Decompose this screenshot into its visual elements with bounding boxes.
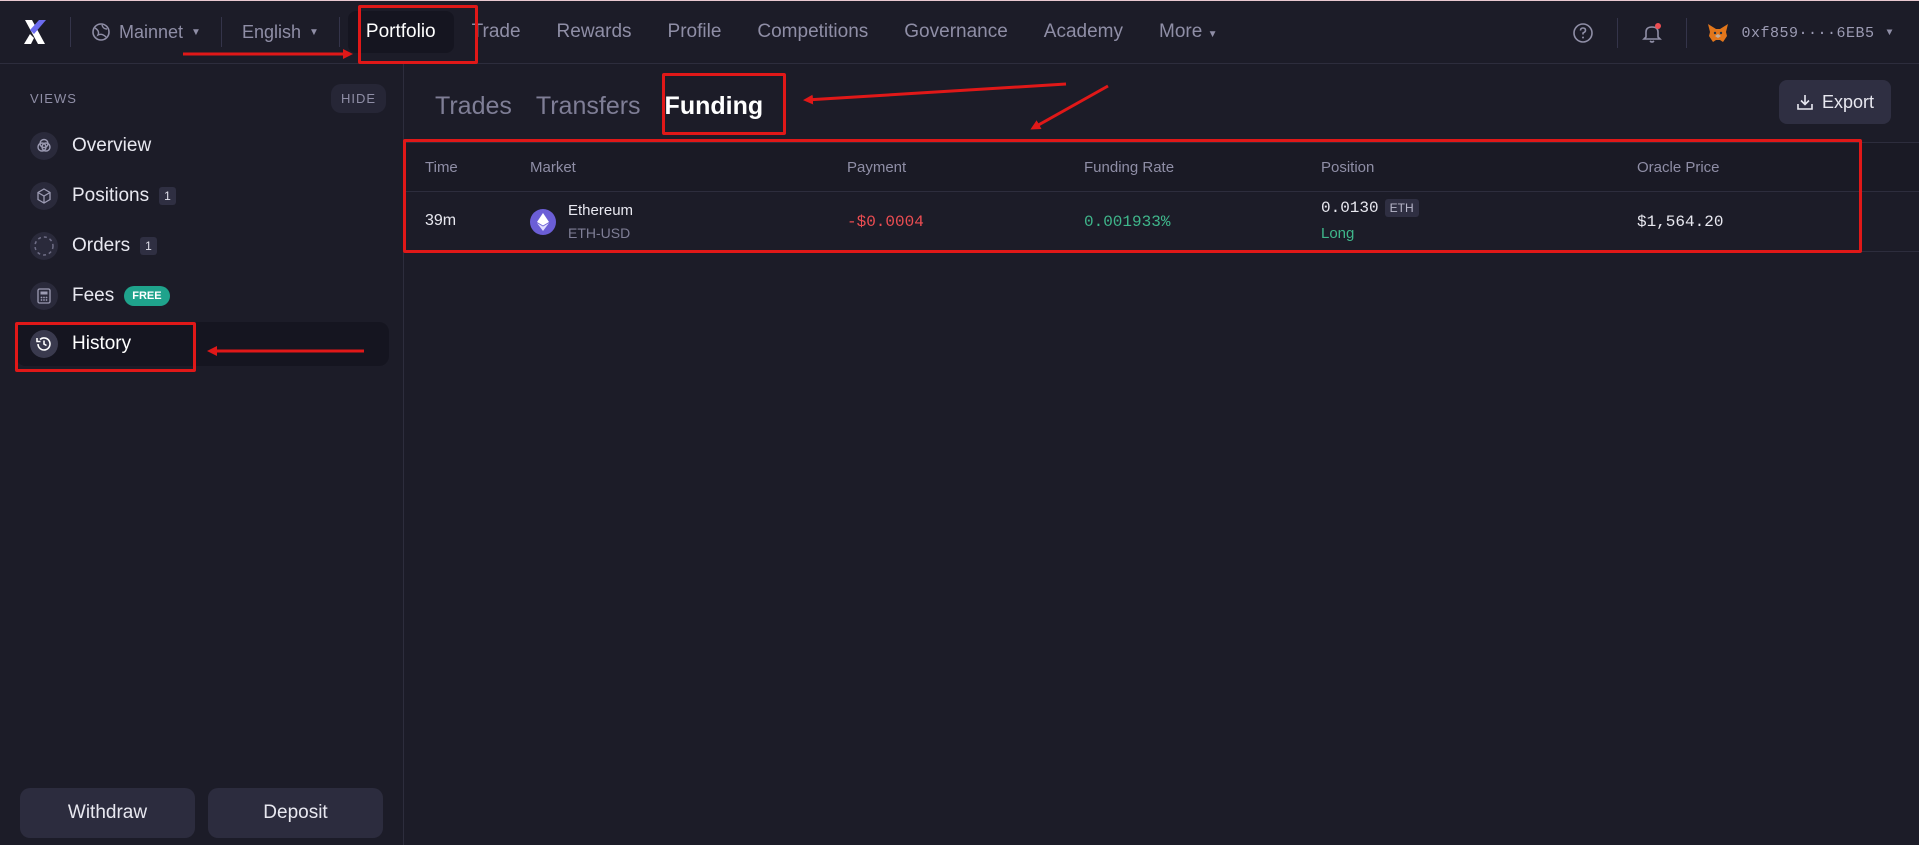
calculator-icon (30, 282, 58, 310)
help-icon (1573, 23, 1594, 43)
sidebar-item-label: Orders (72, 235, 131, 256)
nav-trade[interactable]: Trade (454, 11, 539, 53)
market-name: Ethereum (568, 202, 634, 219)
chevron-down-icon: ▼ (191, 26, 201, 38)
market-cell (530, 209, 556, 235)
export-label: Export (1821, 91, 1875, 112)
sidebar-item-label: Fees (72, 285, 115, 306)
notifications-button[interactable] (1632, 13, 1672, 53)
withdraw-button[interactable]: Withdraw (20, 788, 195, 838)
orders-count-badge: 1 (140, 237, 157, 255)
sidebar-item-label: History (72, 333, 132, 354)
funding-table: Time Market Payment Funding Rate Positio… (405, 142, 1919, 252)
globe-icon (92, 23, 110, 41)
funding-rate-cell: 0.001933% (1084, 213, 1171, 231)
divider (1617, 18, 1619, 48)
position-unit-badge: ETH (1384, 199, 1419, 217)
column-header-oracle-price[interactable]: Oracle Price (1637, 159, 1720, 176)
tab-trades[interactable]: Trades (435, 92, 512, 121)
top-navigation-bar: Mainnet ▼ English ▼ Portfolio Trade Rewa… (0, 0, 1919, 64)
top-right-controls: 0xf859····6EB5 ▼ (1563, 1, 1919, 65)
sidebar-item-overview[interactable]: Overview (16, 124, 389, 168)
free-badge: FREE (124, 286, 170, 306)
wallet-button[interactable]: 0xf859····6EB5 ▼ (1687, 23, 1919, 43)
history-tabs: Trades Transfers Funding (435, 84, 763, 128)
oracle-price-cell: $1,564.20 (1637, 213, 1724, 231)
column-header-position[interactable]: Position (1321, 159, 1374, 176)
column-header-time[interactable]: Time (425, 159, 458, 176)
nav-competitions[interactable]: Competitions (739, 11, 886, 53)
sidebar-item-orders[interactable]: Orders 1 (16, 224, 389, 268)
tab-funding[interactable]: Funding (665, 92, 764, 121)
sidebar-item-positions[interactable]: Positions 1 (16, 174, 389, 218)
position-side: Long (1321, 225, 1355, 242)
language-selector[interactable]: English ▼ (222, 0, 339, 64)
nav-academy[interactable]: Academy (1026, 11, 1141, 53)
column-header-funding-rate[interactable]: Funding Rate (1084, 159, 1174, 176)
nav-more[interactable]: More ▼ (1141, 11, 1235, 53)
positions-count-badge: 1 (159, 187, 176, 205)
payment-cell: -$0.0004 (847, 213, 924, 231)
ethereum-icon (530, 209, 556, 235)
export-button[interactable]: Export (1779, 80, 1891, 124)
bell-icon (1642, 23, 1663, 43)
hide-button[interactable]: HIDE (330, 83, 386, 113)
views-header: VIEWS HIDE (30, 83, 386, 113)
language-label: English (241, 21, 301, 42)
help-button[interactable] (1563, 13, 1603, 53)
cube-icon (30, 182, 58, 210)
sidebar-item-label: Overview (72, 135, 152, 156)
sidebar-item-fees[interactable]: Fees FREE (16, 274, 389, 318)
column-header-payment[interactable]: Payment (847, 159, 906, 176)
sidebar: VIEWS HIDE Overview Positions 1 Orders 1… (0, 64, 404, 845)
nav-rewards[interactable]: Rewards (539, 11, 650, 53)
dashed-circle-icon (30, 232, 58, 260)
position-size-value: 0.0130 (1321, 199, 1379, 217)
divider (338, 17, 340, 47)
dydx-logo[interactable] (0, 0, 70, 64)
main-content: Trades Transfers Funding Export Time Mar… (405, 64, 1919, 845)
nav-more-label: More (1159, 21, 1203, 42)
chevron-down-icon: ▼ (309, 26, 319, 38)
network-label: Mainnet (119, 21, 184, 42)
time-cell: 39m (425, 212, 457, 229)
column-header-market[interactable]: Market (530, 159, 576, 176)
chevron-down-icon: ▼ (1207, 29, 1218, 40)
clock-history-icon (30, 330, 58, 358)
views-label: VIEWS (30, 90, 77, 106)
sidebar-item-label: Positions (72, 185, 150, 206)
table-row[interactable]: 39m Ethereum ETH-USD -$0.0004 0.001933% … (405, 192, 1919, 252)
nav-governance[interactable]: Governance (886, 11, 1026, 53)
deposit-button[interactable]: Deposit (208, 788, 383, 838)
logo-icon (24, 20, 46, 44)
metamask-fox-icon (1708, 24, 1729, 42)
main-nav: Portfolio Trade Rewards Profile Competit… (347, 11, 1236, 53)
market-pair: ETH-USD (568, 225, 631, 241)
sidebar-item-history[interactable]: History (16, 322, 389, 366)
wallet-address: 0xf859····6EB5 (1741, 24, 1875, 42)
position-size: 0.0130 ETH (1321, 199, 1419, 217)
overview-icon (30, 132, 58, 160)
table-header: Time Market Payment Funding Rate Positio… (405, 142, 1919, 192)
network-selector[interactable]: Mainnet ▼ (71, 0, 221, 64)
nav-portfolio[interactable]: Portfolio (347, 11, 454, 53)
tab-transfers[interactable]: Transfers (536, 92, 641, 121)
nav-profile[interactable]: Profile (650, 11, 740, 53)
download-icon (1797, 95, 1813, 110)
chevron-down-icon: ▼ (1886, 27, 1893, 39)
